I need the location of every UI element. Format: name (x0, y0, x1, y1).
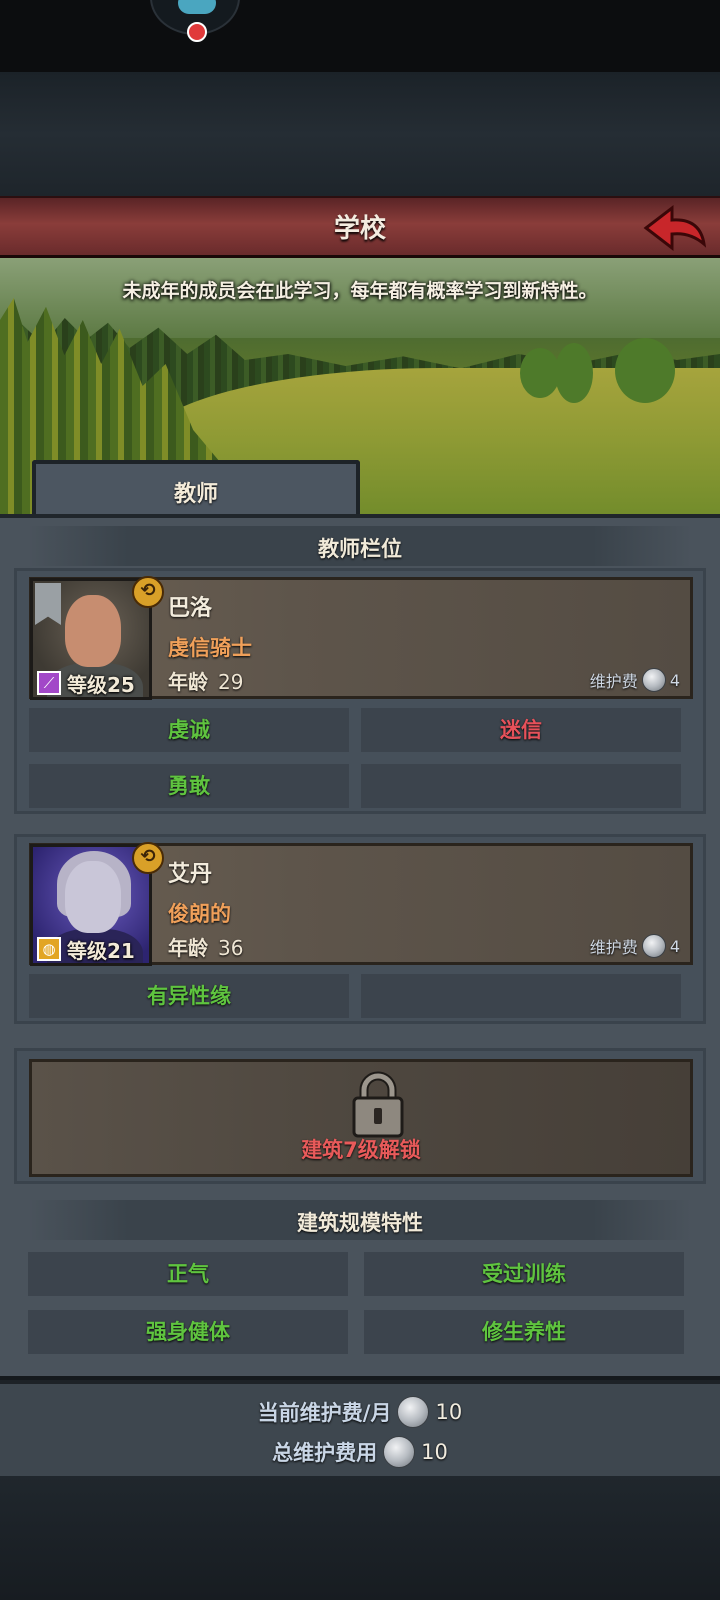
building-trait[interactable]: 受过训练 (364, 1252, 684, 1296)
monthly-upkeep: 当前维护费/月 10 (0, 1396, 720, 1428)
back-arrow-icon[interactable] (642, 204, 708, 252)
shield-icon: ◍ (37, 937, 61, 961)
teacher-job: 虔信骑士 (168, 636, 252, 660)
teacher-card[interactable]: ◍ 等级21 ⟲ 艾丹 俊朗的 年龄 36 维护费 4 (29, 842, 693, 966)
teacher-slot-1: ⟋ 等级25 ⟲ 巴洛 虔信骑士 年龄 29 维护费 4 虔诚 迷信 勇敢 (14, 568, 706, 814)
upkeep-footer: 当前维护费/月 10 总维护费用 10 (0, 1380, 720, 1476)
teacher-level: 等级21 (67, 939, 135, 963)
title-bar: 学校 (0, 196, 720, 258)
background-dim (0, 72, 720, 196)
page-title: 学校 (333, 214, 386, 244)
trait-chip[interactable]: 虔诚 (29, 708, 349, 752)
tab-label: 教师 (173, 482, 218, 507)
notification-dot (187, 22, 207, 42)
fish-notification-icon[interactable] (150, 0, 240, 42)
teacher-age: 年龄 29 (168, 670, 244, 694)
teacher-name: 艾丹 (168, 862, 213, 887)
building-trait[interactable]: 正气 (28, 1252, 348, 1296)
locked-slot-card[interactable]: 建筑7级解锁 (29, 1059, 693, 1177)
swap-icon[interactable]: ⟲ (132, 576, 164, 608)
teacher-card[interactable]: ⟋ 等级25 ⟲ 巴洛 虔信骑士 年龄 29 维护费 4 (29, 576, 693, 700)
rank-banner-icon (35, 583, 61, 625)
teacher-age: 年龄 36 (168, 936, 244, 960)
silver-coin-icon (397, 1396, 430, 1428)
teacher-job: 俊朗的 (168, 902, 231, 926)
teacher-slots-header: 教师栏位 (28, 526, 692, 566)
building-trait[interactable]: 强身健体 (28, 1310, 348, 1354)
swap-icon[interactable]: ⟲ (132, 842, 164, 874)
teacher-upkeep: 维护费 4 (590, 668, 680, 692)
silver-coin-icon (383, 1436, 416, 1468)
teacher-upkeep: 维护费 4 (590, 934, 680, 958)
padlock-icon (352, 1071, 404, 1138)
teacher-slot-2: ◍ 等级21 ⟲ 艾丹 俊朗的 年龄 36 维护费 4 有异性缘 (14, 834, 706, 1024)
building-description: 未成年的成员会在此学习，每年都有概率学习到新特性。 (122, 280, 598, 302)
tab-teachers[interactable]: 教师 (32, 460, 360, 518)
trait-chip-empty (361, 974, 681, 1018)
trait-chip[interactable]: 有异性缘 (29, 974, 349, 1018)
top-status-bar (0, 0, 720, 72)
teacher-slot-locked: 建筑7级解锁 (14, 1048, 706, 1184)
teacher-name: 巴洛 (168, 596, 213, 621)
trait-chip[interactable]: 迷信 (361, 708, 681, 752)
building-trait[interactable]: 修生养性 (364, 1310, 684, 1354)
trait-chip-empty (361, 764, 681, 808)
silver-coin-icon (641, 934, 666, 958)
silver-coin-icon (641, 668, 666, 692)
teachers-panel: 教师栏位 ⟋ 等级25 ⟲ 巴洛 虔信骑士 年龄 29 维护费 4 虔诚 迷信 勇… (0, 514, 720, 1376)
building-traits-header: 建筑规模特性 (28, 1200, 692, 1240)
unlock-requirement: 建筑7级解锁 (301, 1138, 421, 1162)
teacher-level: 等级25 (67, 673, 135, 697)
staff-icon: ⟋ (37, 671, 61, 695)
trait-chip[interactable]: 勇敢 (29, 764, 349, 808)
background-dim (0, 1476, 720, 1600)
total-upkeep: 总维护费用 10 (0, 1436, 720, 1468)
